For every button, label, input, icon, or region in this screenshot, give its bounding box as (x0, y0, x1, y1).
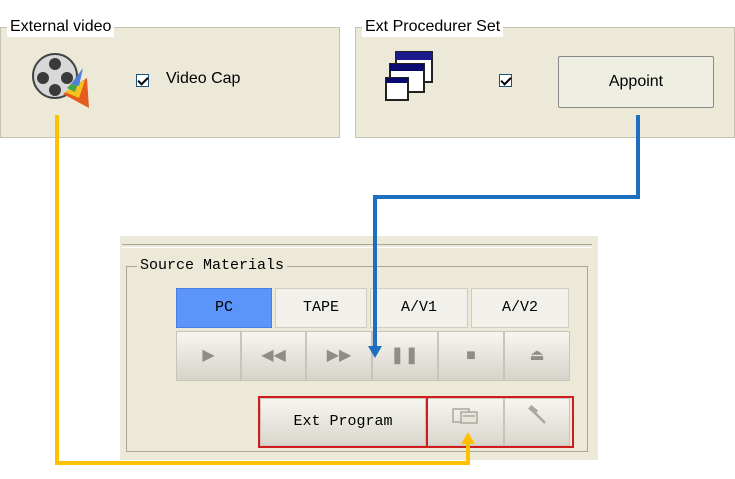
blue-arrowhead (368, 346, 382, 358)
yellow-arrowhead (461, 432, 475, 444)
blue-connector-line (373, 115, 640, 348)
connector-arrows (55, 115, 640, 465)
yellow-connector-line (55, 115, 470, 465)
